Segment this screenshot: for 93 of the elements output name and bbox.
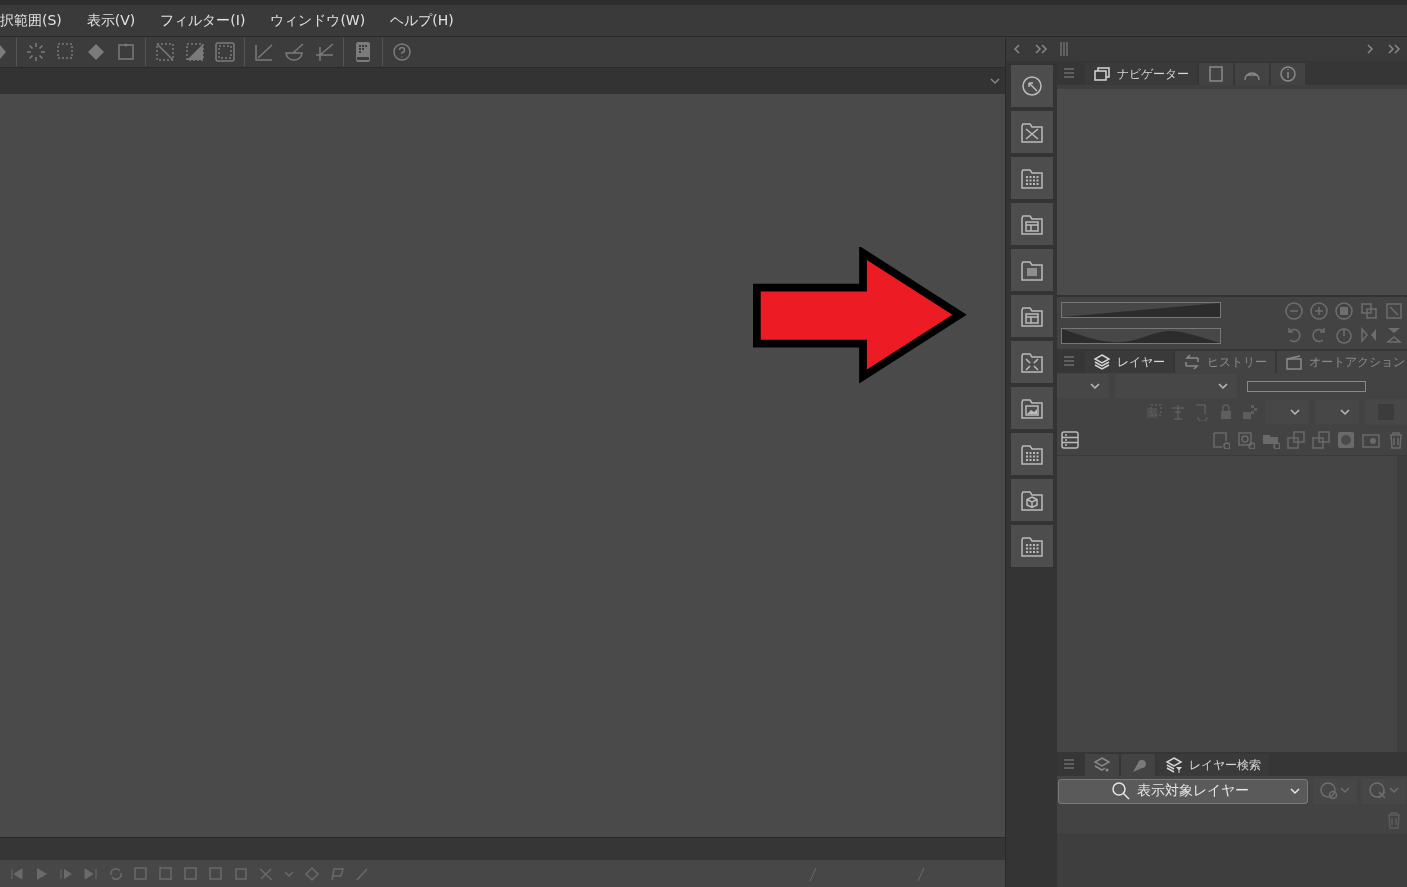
circle-plus-circle-icon[interactable]	[1319, 781, 1351, 801]
panel-tab[interactable]: ナビゲーター	[1085, 63, 1197, 85]
reset-rotation-icon[interactable]	[1335, 326, 1353, 344]
menu-item[interactable]: 表示(V)	[74, 11, 149, 30]
new-3d-layer-icon[interactable]	[1237, 431, 1255, 449]
chevron-left-icon[interactable]	[1012, 43, 1022, 55]
frame-add-icon[interactable]	[158, 865, 174, 882]
material-button[interactable]	[1010, 65, 1053, 107]
half-filled-square-icon[interactable]	[184, 41, 206, 63]
panel-tab[interactable]	[1121, 754, 1155, 776]
panel-tab[interactable]: レイヤー	[1085, 351, 1173, 373]
frame-icon[interactable]	[233, 865, 249, 882]
rotate-right-icon[interactable]	[1310, 326, 1328, 344]
opacity-slider[interactable]	[1247, 380, 1366, 392]
double-chevron-right-icon[interactable]	[1034, 43, 1048, 55]
zoom-curve-graphic[interactable]	[1061, 302, 1221, 318]
material-button[interactable]	[1010, 387, 1053, 429]
page-icon[interactable]	[1207, 66, 1225, 82]
panel-tab[interactable]	[1271, 63, 1305, 85]
double-chevron-right-icon[interactable]	[1387, 43, 1401, 55]
dropdown[interactable]	[1265, 400, 1309, 424]
frame-add-icon[interactable]	[133, 865, 149, 882]
grip-icon[interactable]	[1060, 42, 1068, 56]
dropdown[interactable]	[1315, 400, 1359, 424]
stop-circle-icon[interactable]	[1335, 302, 1353, 320]
clapperboard-icon[interactable]	[1285, 354, 1303, 370]
filter-add-button[interactable]	[1313, 778, 1357, 804]
stacked-screens-icon[interactable]	[1093, 66, 1111, 82]
material-button[interactable]	[1010, 203, 1053, 245]
list-icon[interactable]	[1061, 431, 1079, 449]
new-layer-icon[interactable]	[1212, 431, 1230, 449]
flip-horizontal-icon[interactable]	[1360, 326, 1378, 344]
frame-add-icon[interactable]	[183, 865, 199, 882]
camera-layer-icon[interactable]	[1362, 431, 1380, 449]
panel-tab[interactable]	[1085, 754, 1119, 776]
panel-tab[interactable]	[1235, 63, 1269, 85]
chevron-down-icon[interactable]	[1289, 406, 1301, 418]
sparkle-icon[interactable]	[25, 41, 47, 63]
menu-icon[interactable]	[1063, 67, 1075, 79]
fit-window-icon[interactable]	[1360, 302, 1378, 320]
menu-icon[interactable]	[1063, 355, 1075, 367]
slash-icon	[916, 865, 926, 882]
slash-icon	[808, 865, 818, 882]
material-button[interactable]	[1010, 111, 1053, 153]
panel-tab[interactable]: レイヤー検索	[1157, 754, 1269, 776]
grid-pen-icon[interactable]	[313, 41, 335, 63]
zoom-out-icon[interactable]	[1285, 302, 1303, 320]
filter-remove-button[interactable]	[1362, 778, 1406, 804]
panel-tab[interactable]	[1199, 63, 1233, 85]
material-button[interactable]	[1010, 249, 1053, 291]
menu-item[interactable]: ウィンドウ(W)	[258, 11, 379, 30]
trash-icon[interactable]	[1385, 811, 1403, 829]
search-icon[interactable]	[1111, 781, 1131, 801]
inset-square-icon[interactable]	[214, 41, 236, 63]
bowl-pen-icon[interactable]	[283, 41, 305, 63]
ruler-pen-icon[interactable]	[253, 41, 275, 63]
chevron-down-icon[interactable]	[1217, 380, 1229, 392]
circle-cross-icon[interactable]	[1368, 781, 1400, 801]
search-target-dropdown[interactable]: 表示対象レイヤー	[1058, 778, 1308, 804]
material-button[interactable]	[1010, 295, 1053, 337]
menu-item[interactable]: 択範囲(S)	[0, 11, 75, 30]
expand-icon[interactable]	[1385, 302, 1403, 320]
layers-icon[interactable]	[1093, 354, 1111, 370]
crop-frame-icon[interactable]	[115, 41, 137, 63]
trash-icon[interactable]	[1387, 431, 1405, 449]
material-button[interactable]	[1010, 479, 1053, 521]
help-icon[interactable]	[391, 41, 413, 63]
material-button[interactable]	[1010, 525, 1053, 567]
chevron-right-icon[interactable]	[1365, 43, 1375, 55]
rotation-curve-graphic[interactable]	[1061, 328, 1221, 344]
layers-filter-icon[interactable]	[1165, 757, 1183, 773]
chevron-down-icon[interactable]	[1289, 785, 1301, 797]
slashed-square-icon[interactable]	[154, 41, 176, 63]
menu-icon[interactable]	[1063, 758, 1075, 770]
menu-item[interactable]: フィルター(I)	[148, 11, 259, 30]
flip-vertical-icon[interactable]	[1385, 326, 1403, 344]
rotate-left-icon[interactable]	[1285, 326, 1303, 344]
menu-item[interactable]: ヘルプ(H)	[378, 11, 467, 30]
chevron-down-icon[interactable]	[1339, 406, 1351, 418]
material-button[interactable]	[1010, 157, 1053, 199]
zoom-in-icon[interactable]	[1310, 302, 1328, 320]
chevron-down-icon[interactable]	[1089, 380, 1101, 392]
skip-back-icon[interactable]	[8, 865, 24, 882]
skip-forward-icon[interactable]	[83, 865, 99, 882]
material-button[interactable]	[1010, 433, 1053, 475]
material-button[interactable]	[1010, 341, 1053, 383]
frame-add-icon[interactable]	[208, 865, 224, 882]
mask-icon[interactable]	[1337, 431, 1355, 449]
info-icon[interactable]	[1279, 66, 1297, 82]
flag-icon[interactable]	[329, 865, 345, 882]
layers-dots-icon[interactable]	[1093, 757, 1111, 773]
history-arrows-icon[interactable]	[1183, 354, 1201, 370]
loop-icon[interactable]	[108, 865, 124, 882]
